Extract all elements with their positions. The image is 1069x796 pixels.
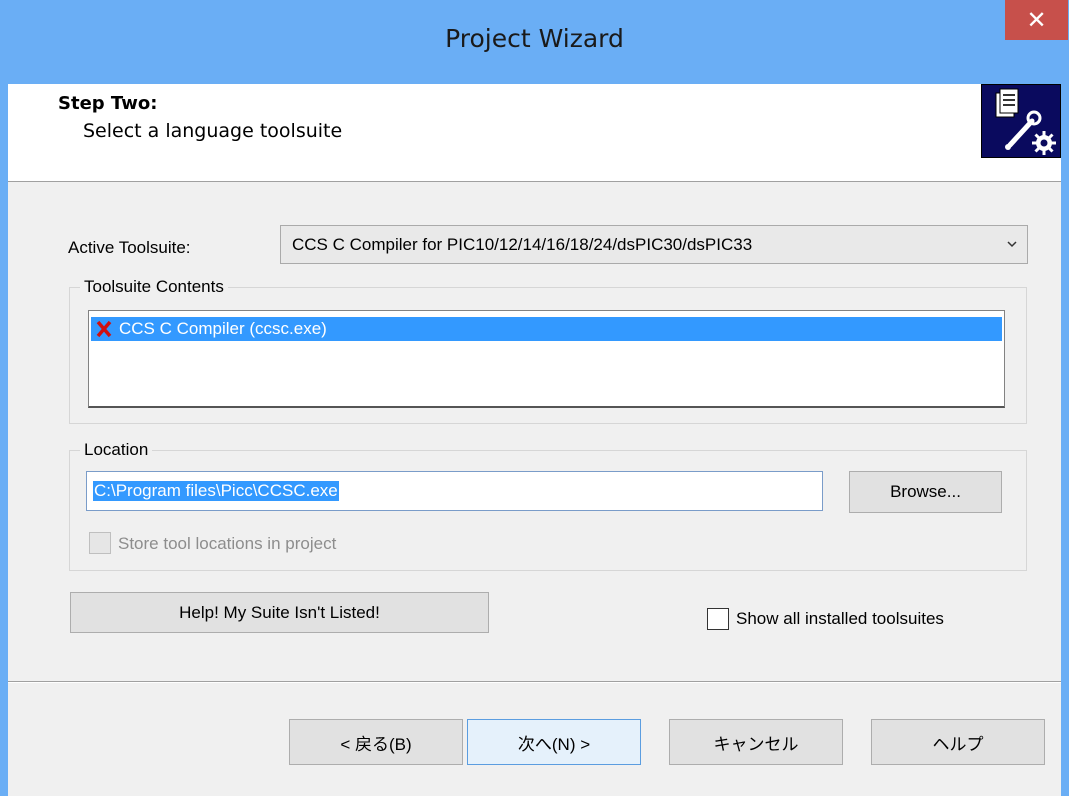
toolsuite-contents-legend: Toolsuite Contents: [80, 277, 228, 297]
step-subtitle: Select a language toolsuite: [83, 120, 343, 142]
show-all-toolsuites-checkbox[interactable]: [707, 608, 729, 630]
store-locations-checkbox[interactable]: [89, 532, 111, 554]
cancel-button[interactable]: キャンセル: [669, 719, 843, 765]
wizard-header: Step Two: Select a language toolsuite: [8, 84, 1061, 182]
location-value: C:\Program files\Picc\CCSC.exe: [93, 481, 339, 501]
red-x-icon: [96, 320, 112, 338]
window-frame: [0, 84, 1069, 796]
next-button[interactable]: 次へ(N) >: [467, 719, 641, 765]
location-legend: Location: [80, 440, 153, 460]
active-toolsuite-value: CCS C Compiler for PIC10/12/14/16/18/24/…: [292, 235, 753, 254]
toolsuite-contents-list[interactable]: CCS C Compiler (ccsc.exe): [88, 310, 1005, 408]
show-all-toolsuites-label: Show all installed toolsuites: [736, 609, 944, 628]
wizard-tools-icon: [981, 84, 1061, 158]
location-input[interactable]: C:\Program files\Picc\CCSC.exe: [86, 471, 823, 511]
footer-separator: [8, 681, 1061, 683]
step-title: Step Two:: [58, 93, 158, 114]
browse-button[interactable]: Browse...: [849, 471, 1002, 513]
list-item-label: CCS C Compiler (ccsc.exe): [119, 319, 327, 338]
list-item[interactable]: CCS C Compiler (ccsc.exe): [91, 317, 1002, 341]
store-locations-label: Store tool locations in project: [118, 534, 337, 553]
back-button[interactable]: < 戻る(B): [289, 719, 463, 765]
chevron-down-icon: [1007, 241, 1017, 248]
title-bar[interactable]: Project Wizard ✕: [0, 0, 1069, 84]
help-suite-not-listed-button[interactable]: Help! My Suite Isn't Listed!: [70, 592, 489, 633]
help-button[interactable]: ヘルプ: [871, 719, 1045, 765]
active-toolsuite-select[interactable]: CCS C Compiler for PIC10/12/14/16/18/24/…: [280, 225, 1028, 264]
window-title: Project Wizard: [445, 24, 624, 53]
active-toolsuite-label: Active Toolsuite:: [68, 238, 191, 257]
close-button[interactable]: ✕: [1005, 0, 1068, 40]
